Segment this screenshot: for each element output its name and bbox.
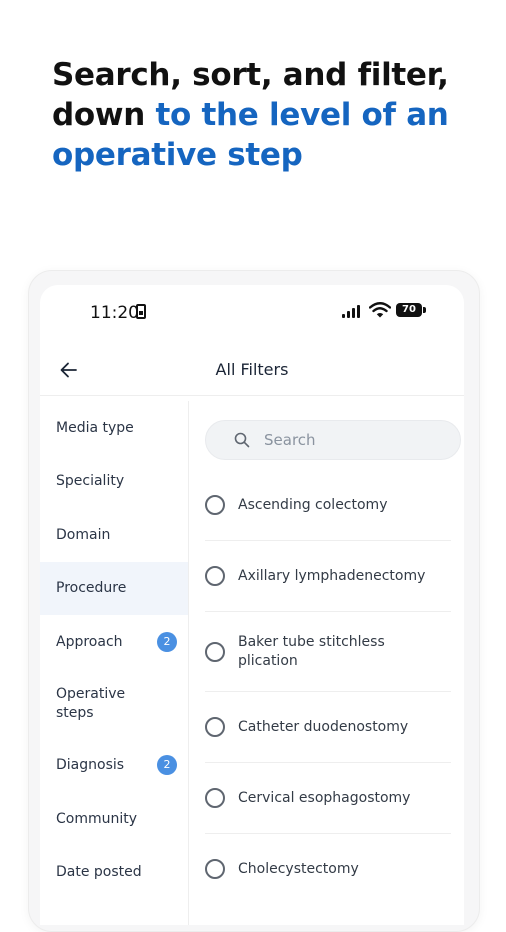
status-bar: 11:20 70	[40, 285, 464, 337]
option-label: Catheter duodenostomy	[238, 718, 409, 735]
headline-line-2: down to the level of an	[52, 95, 492, 135]
sidebar-item-diagnosis[interactable]: Diagnosis 2	[40, 739, 188, 793]
list-item[interactable]: Catheter duodenostomy	[205, 692, 451, 763]
list-item[interactable]: Ascending colectomy	[205, 470, 451, 541]
option-label: Ascending colectomy	[238, 496, 388, 513]
radio-button[interactable]	[205, 495, 225, 515]
option-label: Baker tube stitchless plication	[238, 633, 385, 669]
sidebar-item-label: Operative steps	[56, 685, 126, 721]
page-title: All Filters	[215, 360, 289, 379]
sidebar-item-speciality[interactable]: Speciality	[40, 455, 188, 509]
option-label: Cervical esophagostomy	[238, 789, 411, 806]
sidebar-item-domain[interactable]: Domain	[40, 508, 188, 562]
headline: Search, sort, and filter, down to the le…	[52, 55, 492, 175]
search-placeholder: Search	[264, 431, 316, 449]
sidebar-item-label: Date posted	[56, 864, 142, 881]
radio-button[interactable]	[205, 717, 225, 737]
battery-icon: 70	[396, 303, 426, 317]
sidebar-item-media-type[interactable]: Media type	[40, 401, 188, 455]
sidebar-item-label: Community	[56, 810, 138, 827]
search-icon	[234, 432, 250, 448]
list-item[interactable]: Baker tube stitchless plication	[205, 612, 451, 692]
sidebar-item-label: Media type	[56, 419, 134, 436]
headline-line-1: Search, sort, and filter,	[52, 57, 449, 93]
signal-icon	[342, 305, 360, 318]
headline-line-3: operative step	[52, 137, 303, 173]
sidebar-item-procedure[interactable]: Procedure	[40, 561, 188, 615]
sidebar-item-label: Diagnosis	[56, 757, 125, 774]
option-label: Axillary lymphadenectomy	[238, 567, 426, 584]
radio-button[interactable]	[205, 859, 225, 879]
filter-categories: Media type Speciality Domain Procedure A…	[40, 401, 189, 925]
sim-card-icon	[136, 304, 146, 319]
list-item[interactable]: Axillary lymphadenectomy	[205, 541, 451, 612]
radio-button[interactable]	[205, 566, 225, 586]
sidebar-item-label: Speciality	[56, 473, 125, 490]
wifi-icon	[369, 302, 391, 318]
list-item[interactable]: Cholecystectomy	[205, 834, 451, 904]
sidebar-item-label: Domain	[56, 526, 111, 543]
app-bar: All Filters	[40, 345, 464, 396]
headline-line-2-accent: to the level of an	[155, 97, 449, 133]
status-time: 11:20	[90, 303, 139, 323]
count-badge: 2	[157, 631, 177, 652]
search-input[interactable]: Search	[205, 420, 461, 460]
sidebar-item-community[interactable]: Community	[40, 792, 188, 846]
phone-screen: 11:20 70 All Filters Media type Speciali…	[40, 285, 464, 925]
radio-button[interactable]	[205, 788, 225, 808]
procedure-options-list: Ascending colectomy Axillary lymphadenec…	[205, 470, 451, 904]
sidebar-item-label: Procedure	[56, 580, 127, 597]
headline-line-2-plain: down	[52, 97, 156, 133]
sidebar-item-date-posted[interactable]: Date posted	[40, 846, 188, 900]
option-label: Cholecystectomy	[238, 860, 359, 877]
count-badge: 2	[157, 755, 177, 776]
radio-button[interactable]	[205, 641, 225, 662]
sidebar-item-label: Approach	[56, 633, 123, 650]
sidebar-item-approach[interactable]: Approach 2	[40, 615, 188, 669]
sidebar-item-operative-steps[interactable]: Operative steps	[40, 669, 188, 739]
list-item[interactable]: Cervical esophagostomy	[205, 763, 451, 834]
filter-options-panel: Search Ascending colectomy Axillary lymp…	[189, 401, 464, 925]
